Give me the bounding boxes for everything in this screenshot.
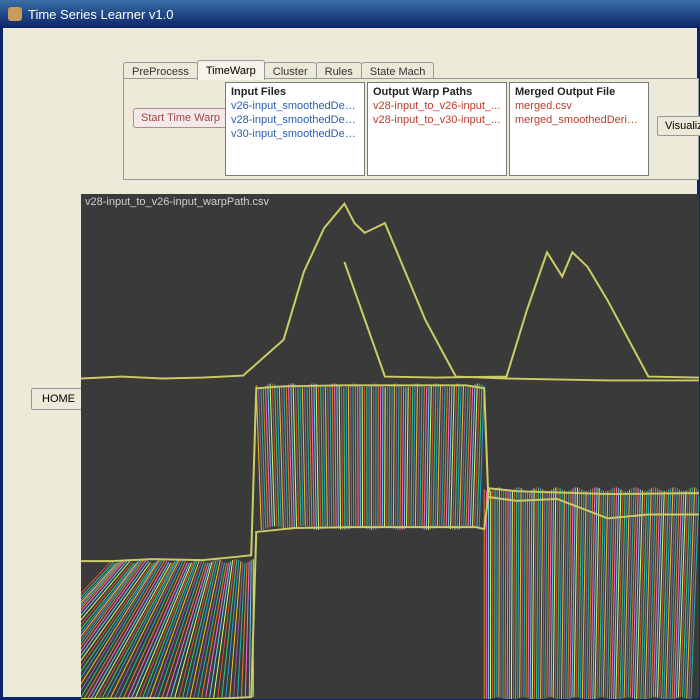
list-item[interactable]: v28-input_to_v26-input_... — [368, 99, 506, 113]
list-item[interactable]: merged.csv — [510, 99, 648, 113]
client-area: PreProcess TimeWarp Cluster Rules State … — [0, 28, 700, 700]
list-item[interactable]: v30-input_smoothedDeriv... — [226, 127, 364, 141]
merged-output-list[interactable]: Merged Output File merged.csv merged_smo… — [509, 82, 649, 176]
plot-title: v28-input_to_v26-input_warpPath.csv — [85, 196, 269, 208]
list-item[interactable]: merged_smoothedDerived... — [510, 113, 648, 127]
output-paths-title: Output Warp Paths — [368, 83, 506, 99]
input-files-list[interactable]: Input Files v26-input_smoothedDeriv... v… — [225, 82, 365, 176]
list-item[interactable]: v28-input_smoothedDeriv... — [226, 113, 364, 127]
merged-file-title: Merged Output File — [510, 83, 648, 99]
title-bar: Time Series Learner v1.0 — [0, 0, 700, 28]
list-item[interactable]: v28-input_to_v30-input_... — [368, 113, 506, 127]
plot-svg — [81, 194, 699, 699]
output-warp-paths-list[interactable]: Output Warp Paths v28-input_to_v26-input… — [367, 82, 507, 176]
list-item[interactable]: v26-input_smoothedDeriv... — [226, 99, 364, 113]
java-icon — [8, 7, 22, 21]
tab-strip: PreProcess TimeWarp Cluster Rules State … — [123, 60, 433, 80]
window-title: Time Series Learner v1.0 — [28, 7, 173, 22]
home-button[interactable]: HOME — [31, 388, 86, 410]
start-time-warp-button[interactable]: Start Time Warp — [133, 108, 228, 128]
tab-timewarp[interactable]: TimeWarp — [197, 60, 265, 80]
plot-panel: v28-input_to_v26-input_warpPath.csv — [81, 194, 699, 699]
visualize-button[interactable]: Visualize — [657, 116, 700, 136]
input-files-title: Input Files — [226, 83, 364, 99]
